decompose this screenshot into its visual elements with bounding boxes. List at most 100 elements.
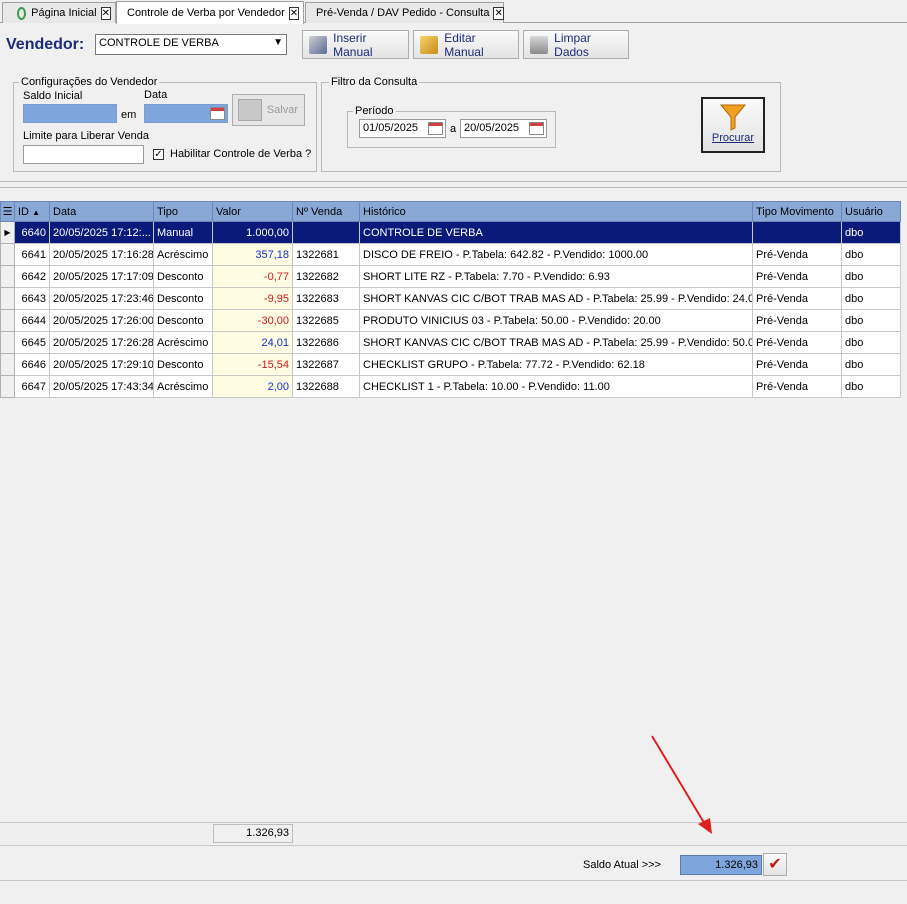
- inserir-manual-button[interactable]: Inserir Manual: [302, 30, 409, 59]
- data-label: Data: [144, 89, 168, 101]
- col-header-tipo[interactable]: Tipo: [153, 201, 213, 222]
- table-row[interactable]: 6644 20/05/2025 17:26:00 Desconto -30,00 132…: [0, 309, 901, 332]
- confirm-check-button[interactable]: ✔: [763, 853, 787, 876]
- date-to-input[interactable]: 20/05/2025: [460, 119, 547, 138]
- cell-tipo-movimento: [752, 221, 842, 244]
- procurar-button[interactable]: Procurar: [701, 97, 765, 153]
- em-label: em: [121, 109, 137, 121]
- limpar-dados-button[interactable]: Limpar Dados: [523, 30, 629, 59]
- cell-valor: 1.000,00: [212, 221, 293, 244]
- col-header-venda[interactable]: Nº Venda: [292, 201, 360, 222]
- col-header-tipo-movimento[interactable]: Tipo Movimento: [752, 201, 842, 222]
- cell-valor: 24,01: [212, 331, 293, 354]
- inserir-manual-label: Inserir Manual: [333, 30, 373, 59]
- row-indicator: [0, 243, 15, 266]
- cell-tipo: Desconto: [153, 353, 213, 376]
- cell-data: 20/05/2025 17:29:10: [49, 353, 154, 376]
- cell-id: 6645: [14, 331, 50, 354]
- col-header-data[interactable]: Data: [49, 201, 154, 222]
- cell-tipo-movimento: Pré-Venda: [752, 375, 842, 398]
- limite-input[interactable]: [23, 145, 144, 164]
- tab-label: Página Inicial: [31, 7, 97, 19]
- table-row[interactable]: 6647 20/05/2025 17:43:34 Acréscimo 2,00 1322…: [0, 375, 901, 398]
- table-row[interactable]: 6641 20/05/2025 17:16:28 Acréscimo 357,18 13…: [0, 243, 901, 266]
- tab-label: Pré-Venda / DAV Pedido - Consulta: [316, 7, 490, 19]
- calendar-icon[interactable]: [210, 107, 225, 120]
- close-icon[interactable]: ✕: [100, 6, 111, 20]
- table-row[interactable]: ▶ 6640 20/05/2025 17:12:... Manual 1.000,00 C…: [0, 221, 901, 244]
- table-row[interactable]: 6643 20/05/2025 17:23:46 Desconto -9,95 1322…: [0, 287, 901, 310]
- tab-pagina-inicial[interactable]: Página Inicial ✕: [2, 2, 116, 23]
- salvar-button[interactable]: Salvar: [232, 94, 305, 126]
- calendar-icon[interactable]: [529, 122, 544, 135]
- cell-usuario: dbo: [841, 331, 901, 354]
- tab-bar: Página Inicial ✕ Controle de Verba por V…: [0, 0, 907, 24]
- cell-usuario: dbo: [841, 353, 901, 376]
- col-header-valor[interactable]: Valor: [212, 201, 293, 222]
- saldo-inicial-input[interactable]: [23, 104, 117, 123]
- cell-usuario: dbo: [841, 243, 901, 266]
- date-from-value: 01/05/2025: [363, 122, 419, 134]
- cell-venda: 1322687: [292, 353, 360, 376]
- column-chooser-icon[interactable]: ☰: [0, 201, 15, 222]
- calendar-icon[interactable]: [428, 122, 443, 135]
- cell-valor: -30,00: [212, 309, 293, 332]
- cell-historico: DISCO DE FREIO - P.Tabela: 642.82 - P.Ve…: [359, 243, 753, 266]
- saldo-atual-label: Saldo Atual >>>: [583, 859, 661, 871]
- annotation-arrow-icon: [651, 735, 712, 834]
- cell-id: 6646: [14, 353, 50, 376]
- funnel-icon: [719, 104, 747, 131]
- chevron-down-icon[interactable]: ▼: [273, 37, 283, 48]
- editar-manual-label: Editar Manual: [444, 30, 484, 59]
- home-icon: [17, 6, 27, 20]
- cell-venda: 1322682: [292, 265, 360, 288]
- periodo-label: Período: [353, 105, 396, 117]
- cell-tipo-movimento: Pré-Venda: [752, 353, 842, 376]
- col-header-historico[interactable]: Histórico: [359, 201, 753, 222]
- cell-historico: CHECKLIST 1 - P.Tabela: 10.00 - P.Vendid…: [359, 375, 753, 398]
- table-row[interactable]: 6645 20/05/2025 17:26:28 Acréscimo 24,01 132…: [0, 331, 901, 354]
- cell-historico: SHORT KANVAS CIC C/BOT TRAB MAS AD - P.T…: [359, 287, 753, 310]
- separator: [0, 187, 907, 188]
- tab-controle-verba[interactable]: Controle de Verba por Vendedor ✕: [116, 1, 304, 24]
- vendedor-select[interactable]: CONTROLE DE VERBA ▼: [95, 34, 287, 55]
- cell-valor: 357,18: [212, 243, 293, 266]
- data-input[interactable]: [144, 104, 228, 123]
- saldo-atual-value: 1.326,93: [680, 855, 762, 875]
- cell-usuario: dbo: [841, 265, 901, 288]
- cell-usuario: dbo: [841, 309, 901, 332]
- col-header-id[interactable]: ID ▲: [14, 201, 50, 222]
- habilitar-checkbox[interactable]: ✓: [153, 149, 164, 160]
- valor-total: 1.326,93: [213, 824, 293, 843]
- cell-data: 20/05/2025 17:26:28: [49, 331, 154, 354]
- table-row[interactable]: 6646 20/05/2025 17:29:10 Desconto -15,54 132…: [0, 353, 901, 376]
- cell-venda: 1322681: [292, 243, 360, 266]
- cell-tipo: Desconto: [153, 309, 213, 332]
- cell-tipo: Desconto: [153, 287, 213, 310]
- cell-usuario: dbo: [841, 221, 901, 244]
- close-icon[interactable]: ✕: [493, 6, 504, 20]
- cell-tipo-movimento: Pré-Venda: [752, 265, 842, 288]
- grid-header-row: ☰ ID ▲ Data Tipo Valor Nº Venda Históric…: [0, 201, 901, 222]
- cell-data: 20/05/2025 17:26:00: [49, 309, 154, 332]
- tab-pre-venda-consulta[interactable]: Pré-Venda / DAV Pedido - Consulta ✕: [305, 2, 504, 23]
- filtro-title: Filtro da Consulta: [329, 76, 420, 88]
- vendedor-value: CONTROLE DE VERBA: [99, 37, 219, 49]
- cell-valor: -15,54: [212, 353, 293, 376]
- row-indicator: [0, 353, 15, 376]
- table-row[interactable]: 6642 20/05/2025 17:17:09 Desconto -0,77 1322…: [0, 265, 901, 288]
- cell-data: 20/05/2025 17:43:34: [49, 375, 154, 398]
- editar-manual-button[interactable]: Editar Manual: [413, 30, 519, 59]
- cell-valor: 2,00: [212, 375, 293, 398]
- cell-tipo: Acréscimo: [153, 331, 213, 354]
- col-header-usuario[interactable]: Usuário: [841, 201, 901, 222]
- date-from-input[interactable]: 01/05/2025: [359, 119, 446, 138]
- cell-id: 6643: [14, 287, 50, 310]
- close-icon[interactable]: ✕: [288, 6, 300, 20]
- limite-label: Limite para Liberar Venda: [23, 130, 149, 142]
- cell-tipo-movimento: Pré-Venda: [752, 243, 842, 266]
- cell-tipo-movimento: Pré-Venda: [752, 309, 842, 332]
- cell-data: 20/05/2025 17:12:...: [49, 221, 154, 244]
- cell-id: 6647: [14, 375, 50, 398]
- cell-tipo-movimento: Pré-Venda: [752, 287, 842, 310]
